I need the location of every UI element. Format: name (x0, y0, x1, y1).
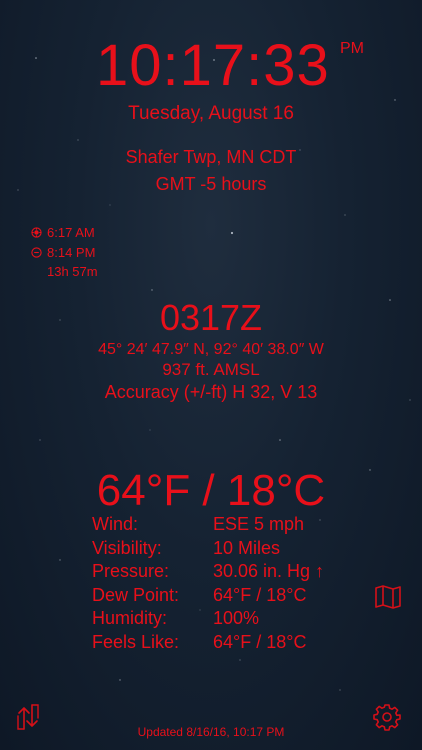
location-name: Shafer Twp, MN CDT (125, 147, 297, 167)
altitude: 937 ft. AMSL (162, 360, 260, 379)
sunrise-icon (31, 226, 42, 238)
weather-value: ESE 5 mph (213, 514, 305, 534)
sunrise-row: 6:17 AM (31, 225, 95, 240)
temperature: 64°F / 18°C (96, 466, 326, 515)
weather-row-visibility: Visibility: 10 Miles (92, 537, 324, 561)
sunset-icon (31, 246, 42, 258)
weather-value: 100% (213, 608, 260, 628)
weather-label: Dew Point: (92, 584, 180, 605)
zulu-time: 0317Z (159, 297, 263, 338)
weather-value: 64°F / 18°C (213, 584, 307, 605)
clock-ampm: PM (340, 40, 364, 57)
weather-value: 64°F / 18°C (213, 631, 307, 652)
weather-row-humidity: Humidity: 100% (92, 607, 324, 631)
weather-row-wind: Wind: ESE 5 mph (92, 513, 324, 537)
sunset-row: 8:14 PM (31, 245, 95, 260)
weather-label: Visibility: (92, 537, 162, 558)
weather-label: Humidity: (92, 608, 168, 628)
gmt-offset: GMT -5 hours (155, 174, 267, 194)
weather-row-dew-point: Dew Point: 64°F / 18°C (92, 584, 324, 608)
weather-value: 10 Miles (213, 537, 281, 558)
weather-label: Wind: (92, 514, 139, 534)
sunrise-time: 6:17 AM (47, 225, 95, 240)
weather-label: Pressure: (92, 561, 170, 581)
coordinates: 45° 24′ 47.9″ N, 92° 40′ 38.0″ W (98, 341, 324, 358)
clock-time: 10:17:33 (96, 33, 330, 98)
map-icon (375, 585, 401, 609)
gear-icon (373, 704, 401, 731)
day-length: 13h 57m (47, 264, 98, 279)
updated-timestamp: Updated 8/16/16, 10:17 PM (137, 725, 285, 739)
map-button[interactable] (374, 584, 402, 610)
clock-date: Tuesday, August 16 (128, 103, 294, 124)
sunset-time: 8:14 PM (47, 245, 96, 260)
settings-button[interactable] (373, 703, 401, 731)
weather-row-pressure: Pressure: 30.06 in. Hg ↑ (92, 560, 324, 584)
weather-value: 30.06 in. Hg ↑ (213, 561, 325, 581)
gps-accuracy: Accuracy (+/-ft) H 32, V 13 (104, 382, 318, 402)
weather-details: Wind: ESE 5 mph Visibility: 10 Miles Press… (92, 513, 324, 654)
weather-row-feels-like: Feels Like: 64°F / 18°C (92, 631, 324, 655)
weather-label: Feels Like: (92, 631, 180, 652)
